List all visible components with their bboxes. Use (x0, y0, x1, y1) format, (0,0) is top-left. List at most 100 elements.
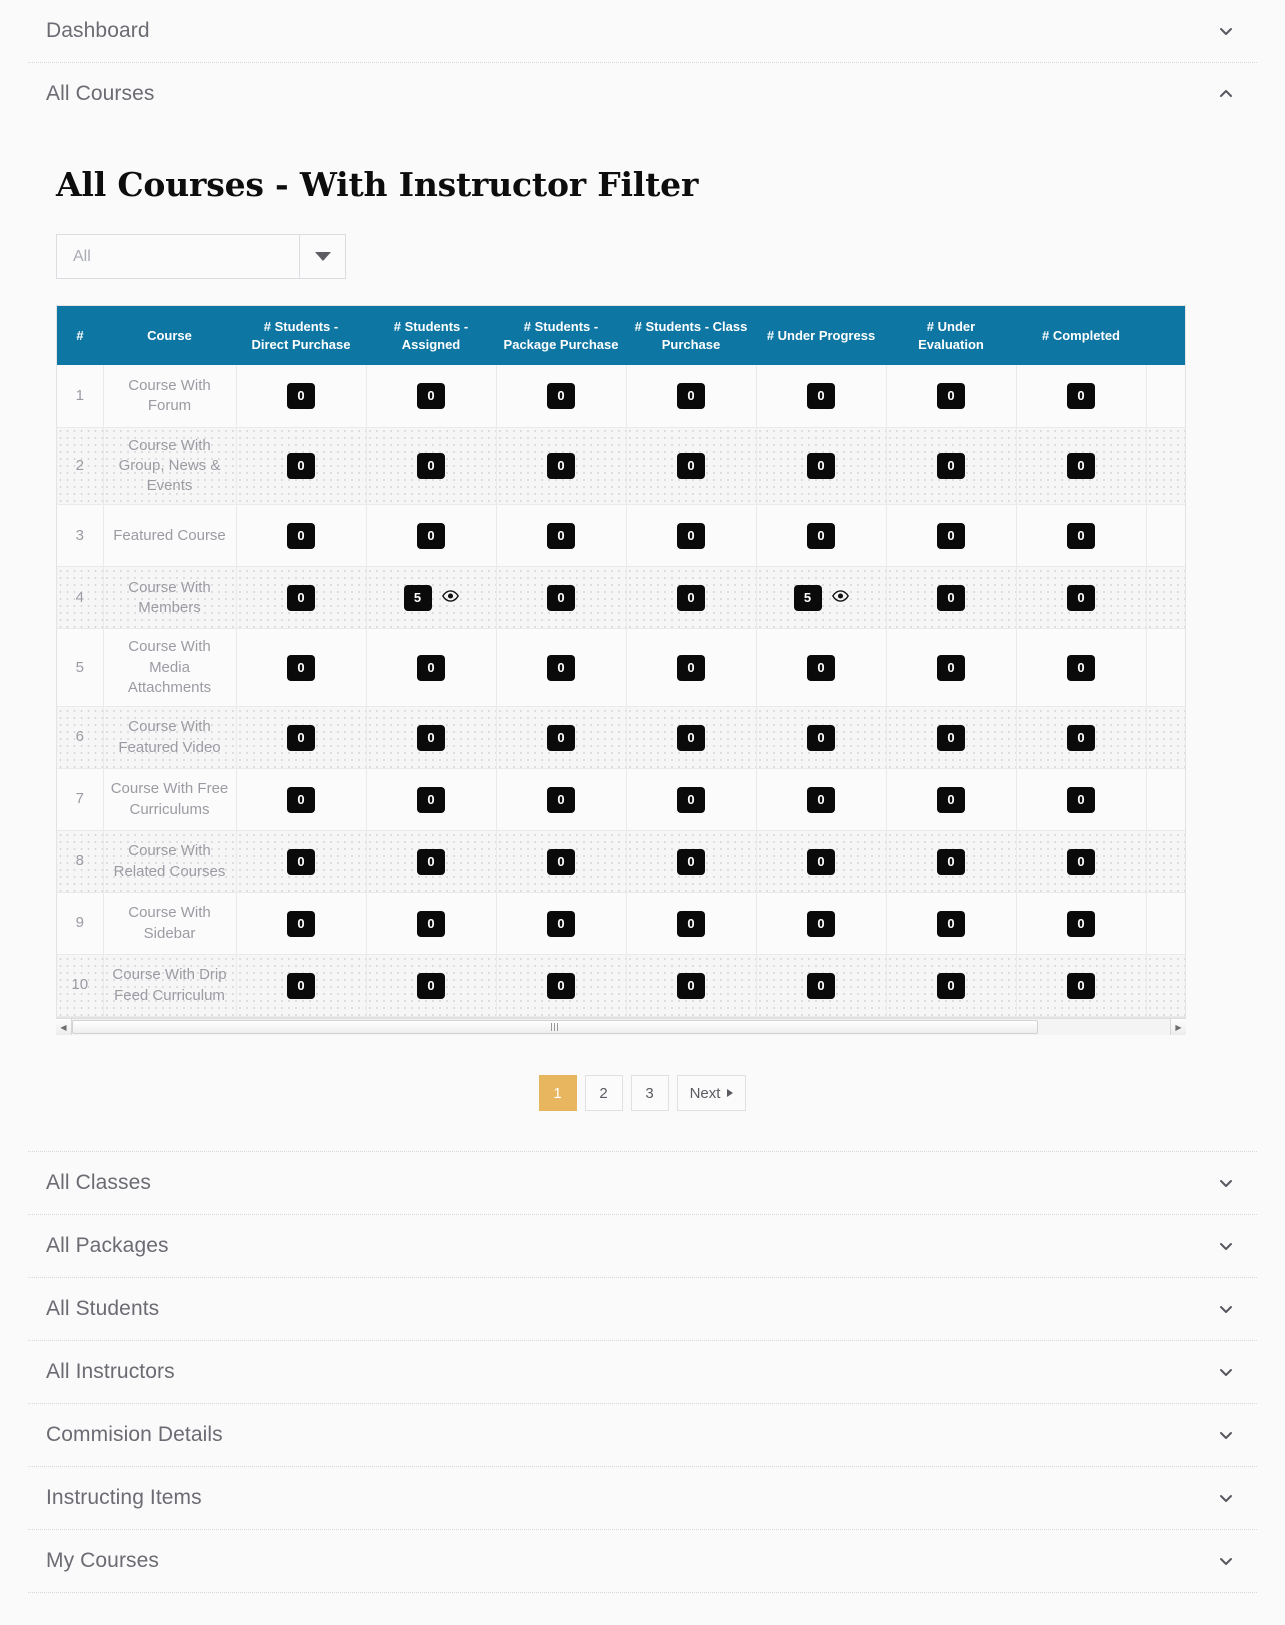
count-badge[interactable]: 0 (1067, 654, 1095, 681)
accordion-header-all-classes[interactable]: All Classes (28, 1152, 1257, 1214)
view-students-eye-icon[interactable] (831, 589, 849, 606)
count-badge[interactable]: 0 (417, 910, 445, 937)
count-badge[interactable]: 0 (547, 848, 575, 875)
pagination-page-1[interactable]: 1 (538, 1075, 577, 1112)
count-badge[interactable]: 0 (287, 452, 315, 479)
count-badge[interactable]: 0 (547, 382, 575, 409)
count-badge[interactable]: 0 (937, 910, 965, 937)
count-badge[interactable]: 0 (1067, 584, 1095, 611)
pagination-next-button[interactable]: Next (676, 1075, 747, 1112)
column-header-4[interactable]: # Students - Package Purchase (496, 306, 626, 366)
count-badge[interactable]: 0 (677, 654, 705, 681)
count-badge[interactable]: 0 (287, 654, 315, 681)
count-badge[interactable]: 0 (937, 654, 965, 681)
table-row[interactable]: 8 Course With Related Courses 0 0 0 0 0 0 0 (57, 830, 1185, 894)
column-header-0[interactable]: # (57, 306, 103, 366)
count-badge[interactable]: 0 (1067, 910, 1095, 937)
column-header-2[interactable]: # Students - Direct Purchase (236, 306, 366, 366)
count-badge[interactable]: 0 (937, 972, 965, 999)
count-badge[interactable]: 0 (417, 654, 445, 681)
pagination-page-3[interactable]: 3 (630, 1075, 669, 1112)
view-students-eye-icon[interactable] (441, 589, 459, 606)
column-header-7[interactable]: # Under Evaluation (886, 306, 1016, 366)
count-badge[interactable]: 0 (417, 452, 445, 479)
chevron-up-icon[interactable] (1217, 85, 1235, 103)
chevron-down-icon[interactable] (1217, 1552, 1235, 1570)
count-badge[interactable]: 0 (547, 786, 575, 813)
count-badge[interactable]: 0 (807, 848, 835, 875)
count-badge[interactable]: 0 (287, 786, 315, 813)
count-badge[interactable]: 0 (677, 522, 705, 549)
count-badge[interactable]: 0 (287, 724, 315, 751)
accordion-header-all-instructors[interactable]: All Instructors (28, 1341, 1257, 1403)
count-badge[interactable]: 0 (287, 382, 315, 409)
count-badge[interactable]: 0 (417, 786, 445, 813)
scrollbar-thumb[interactable] (72, 1020, 1039, 1035)
accordion-header-instructing-items[interactable]: Instructing Items (28, 1467, 1257, 1529)
count-badge[interactable]: 0 (937, 452, 965, 479)
count-badge[interactable]: 0 (677, 848, 705, 875)
accordion-header-my-courses[interactable]: My Courses (28, 1530, 1257, 1592)
count-badge[interactable]: 0 (287, 522, 315, 549)
instructor-filter-caret[interactable] (299, 235, 345, 278)
count-badge[interactable]: 5 (793, 584, 822, 611)
column-header-9[interactable]: # (1146, 306, 1185, 366)
table-row[interactable]: 5 Course With Media Attachments 0 0 0 0 0 0 0 (57, 628, 1185, 708)
column-header-6[interactable]: # Under Progress (756, 306, 886, 366)
count-badge[interactable]: 0 (417, 848, 445, 875)
count-badge[interactable]: 0 (807, 654, 835, 681)
count-badge[interactable]: 0 (677, 452, 705, 479)
count-badge[interactable]: 0 (937, 522, 965, 549)
count-badge[interactable]: 0 (547, 584, 575, 611)
count-badge[interactable]: 0 (807, 452, 835, 479)
count-badge[interactable]: 0 (677, 786, 705, 813)
count-badge[interactable]: 0 (937, 724, 965, 751)
count-badge[interactable]: 0 (287, 972, 315, 999)
count-badge[interactable]: 0 (417, 522, 445, 549)
count-badge[interactable]: 0 (547, 972, 575, 999)
count-badge[interactable]: 0 (677, 382, 705, 409)
table-row[interactable]: 10 Course With Drip Feed Curriculum 0 0 0 0 0 0… (57, 954, 1185, 1018)
count-badge[interactable]: 0 (417, 724, 445, 751)
column-header-1[interactable]: Course (103, 306, 236, 366)
count-badge[interactable]: 0 (287, 584, 315, 611)
count-badge[interactable]: 0 (807, 972, 835, 999)
table-row[interactable]: 6 Course With Featured Video 0 0 0 0 0 0 0 (57, 706, 1185, 770)
count-badge[interactable]: 0 (547, 910, 575, 937)
count-badge[interactable]: 0 (417, 382, 445, 409)
instructor-filter-value[interactable]: All (57, 235, 299, 278)
count-badge[interactable]: 0 (677, 584, 705, 611)
table-row[interactable]: 4 Course With Members 0 5 0 0 5 0 0 (57, 566, 1185, 630)
count-badge[interactable]: 0 (677, 910, 705, 937)
chevron-down-icon[interactable] (1217, 1426, 1235, 1444)
count-badge[interactable]: 0 (287, 910, 315, 937)
column-header-8[interactable]: # Completed (1016, 306, 1146, 366)
count-badge[interactable]: 0 (1067, 972, 1095, 999)
count-badge[interactable]: 0 (547, 522, 575, 549)
accordion-header-all-courses[interactable]: All Courses (28, 63, 1257, 125)
count-badge[interactable]: 0 (807, 382, 835, 409)
count-badge[interactable]: 0 (807, 786, 835, 813)
count-badge[interactable]: 0 (807, 724, 835, 751)
scroll-left-arrow-icon[interactable]: ◀ (56, 1019, 72, 1036)
table-row[interactable]: 7 Course With Free Curriculums 0 0 0 0 0 0 0 (57, 768, 1185, 832)
chevron-down-icon[interactable] (1217, 22, 1235, 40)
count-badge[interactable]: 0 (1067, 522, 1095, 549)
accordion-header-all-packages[interactable]: All Packages (28, 1215, 1257, 1277)
table-row[interactable]: 2 Course With Group, News & Events 0 0 0 0 0 0 0 (57, 427, 1185, 506)
count-badge[interactable]: 0 (937, 848, 965, 875)
count-badge[interactable]: 5 (403, 584, 432, 611)
count-badge[interactable]: 0 (417, 972, 445, 999)
count-badge[interactable]: 0 (937, 382, 965, 409)
column-header-3[interactable]: # Students - Assigned (366, 306, 496, 366)
chevron-down-icon[interactable] (1217, 1174, 1235, 1192)
table-row[interactable]: 1 Course With Forum 0 0 0 0 0 0 0 (57, 365, 1185, 428)
table-row[interactable]: 9 Course With Sidebar 0 0 0 0 0 0 0 (57, 892, 1185, 956)
scrollbar-track[interactable] (72, 1019, 1170, 1036)
count-badge[interactable]: 0 (1067, 452, 1095, 479)
count-badge[interactable]: 0 (807, 910, 835, 937)
table-horizontal-scrollbar[interactable]: ◀ ▶ (56, 1018, 1186, 1036)
accordion-header-all-students[interactable]: All Students (28, 1278, 1257, 1340)
column-header-5[interactable]: # Students - Class Purchase (626, 306, 756, 366)
scroll-right-arrow-icon[interactable]: ▶ (1170, 1019, 1186, 1036)
